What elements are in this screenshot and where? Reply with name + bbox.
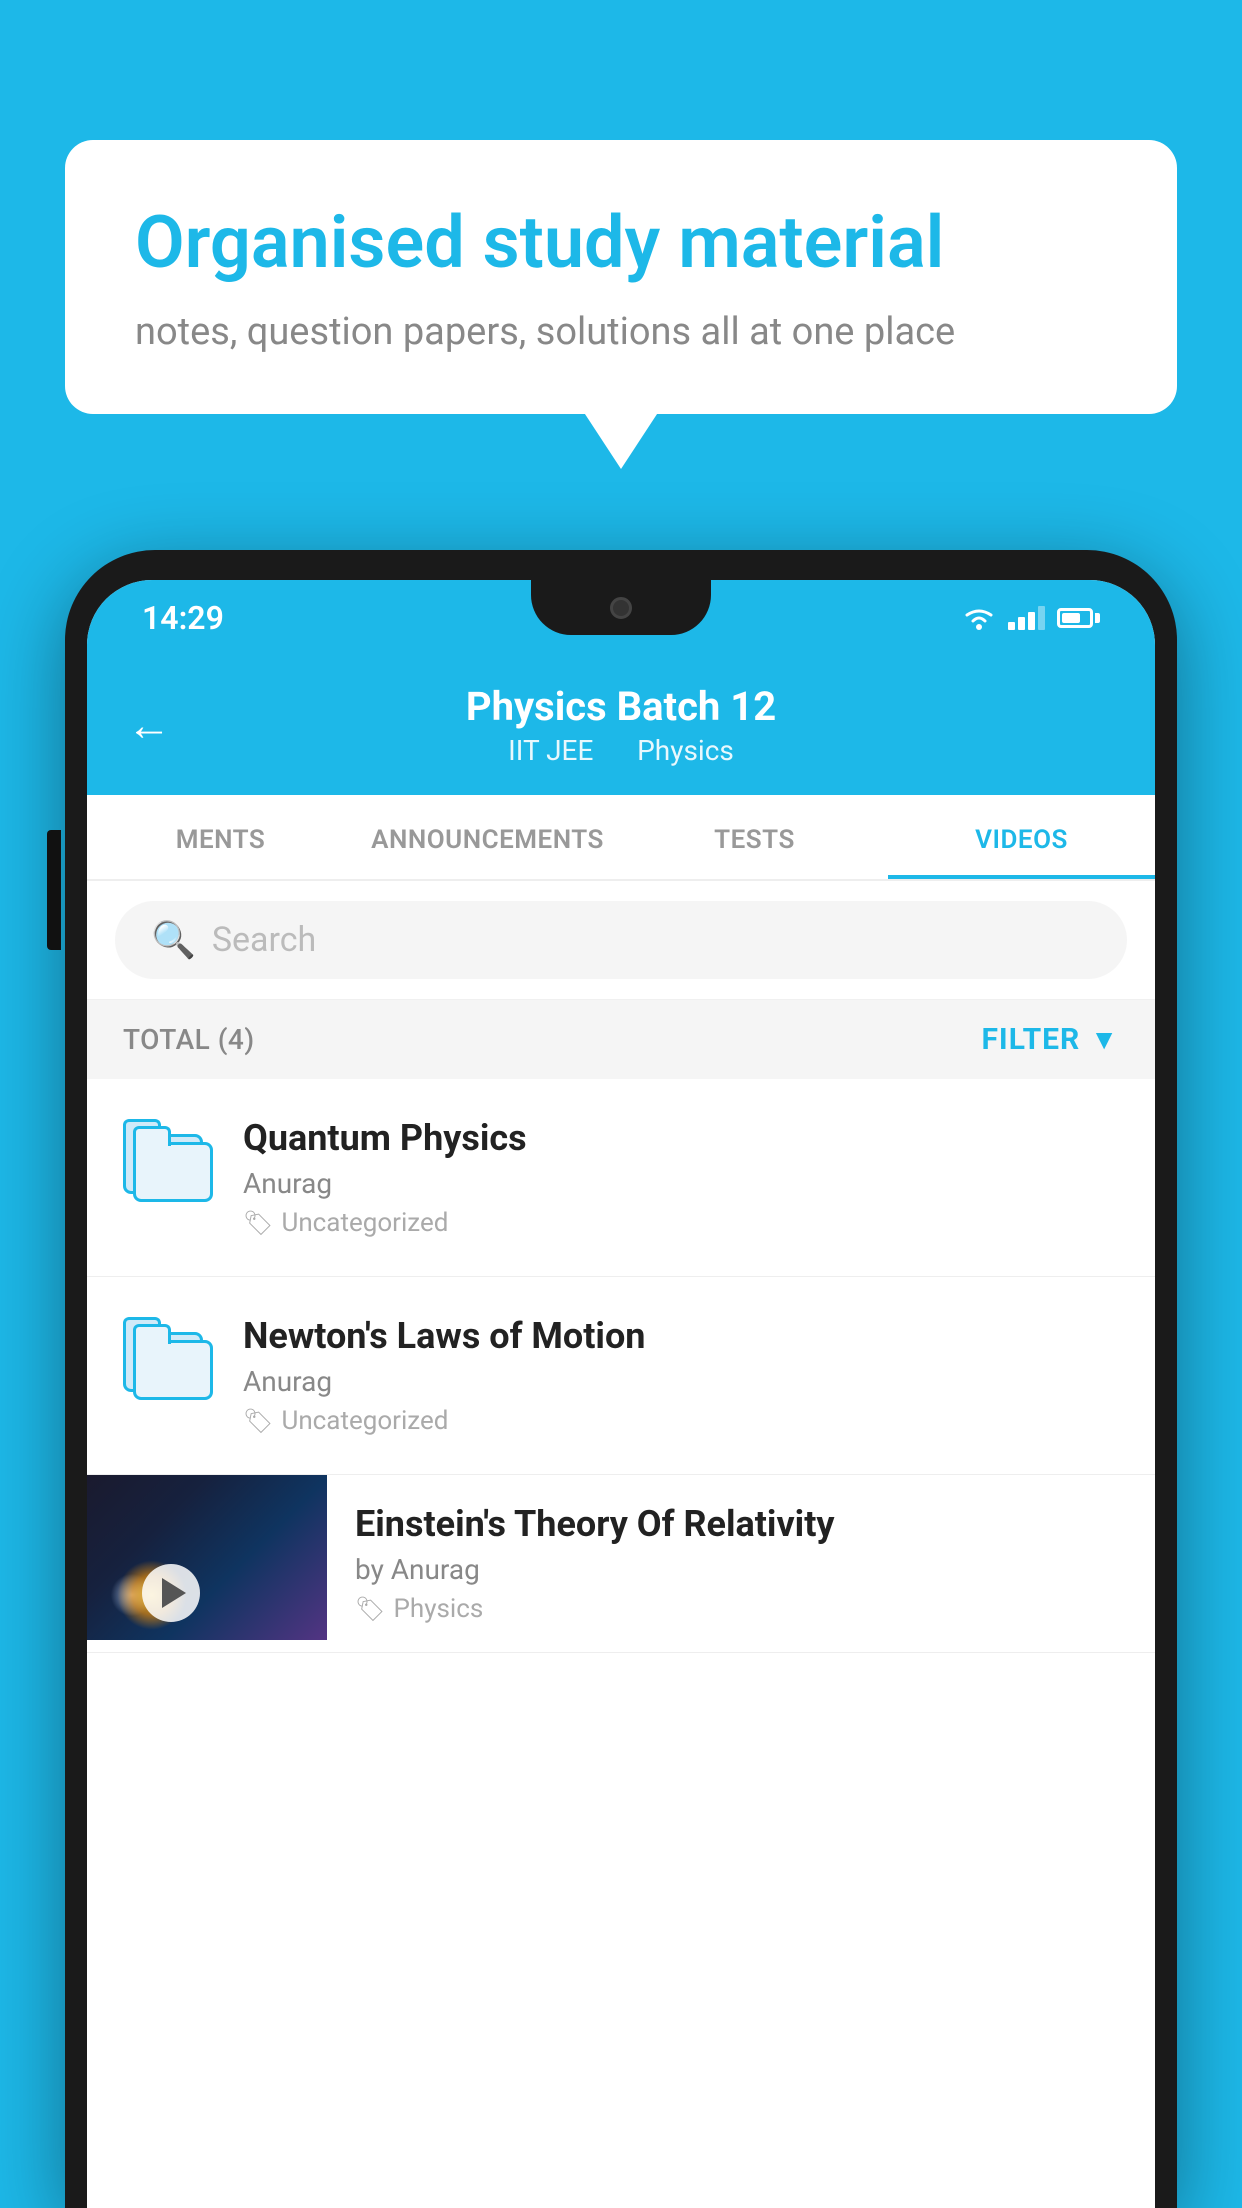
tab-videos[interactable]: VIDEOS [888,795,1155,879]
battery-icon [1057,608,1100,628]
video-thumbnail-3 [87,1475,327,1640]
phone-screen: 14:29 [87,580,1155,2208]
video-author-3: by Anurag [355,1553,1127,1586]
total-count: TOTAL (4) [123,1023,255,1056]
tab-tests[interactable]: TESTS [621,795,888,879]
phone-frame: 14:29 [65,550,1177,2208]
video-title-2: Newton's Laws of Motion [243,1315,1119,1357]
search-bar[interactable]: 🔍 Search [115,901,1127,979]
video-tag-2: 🏷 Uncategorized [243,1406,1119,1436]
video-info-1: Quantum Physics Anurag 🏷 Uncategorized [243,1117,1119,1238]
video-list: Quantum Physics Anurag 🏷 Uncategorized [87,1079,1155,1653]
tab-announcements[interactable]: ANNOUNCEMENTS [354,795,621,879]
folder-thumb-1 [123,1117,213,1207]
search-icon: 🔍 [151,919,196,961]
notch [531,580,711,635]
search-container: 🔍 Search [87,881,1155,1000]
video-tag-1: 🏷 Uncategorized [243,1208,1119,1238]
filter-row: TOTAL (4) FILTER ▼ [87,1000,1155,1079]
header-subtitle-part2: Physics [637,734,734,767]
tag-text-2: Uncategorized [281,1406,448,1436]
video-title-3: Einstein's Theory Of Relativity [355,1503,1127,1545]
speech-bubble-container: Organised study material notes, question… [65,140,1177,414]
tag-icon: 🏷 [243,1209,273,1237]
filter-icon: ▼ [1090,1023,1119,1056]
header-subtitle-part1: IIT JEE [508,734,593,767]
list-item[interactable]: Einstein's Theory Of Relativity by Anura… [87,1475,1155,1653]
video-tag-3: 🏷 Physics [355,1594,1127,1624]
status-time: 14:29 [142,599,224,637]
tab-ments[interactable]: MENTS [87,795,354,879]
video-author-1: Anurag [243,1167,1119,1200]
notch-camera [610,597,632,619]
tabs-bar: MENTS ANNOUNCEMENTS TESTS VIDEOS [87,795,1155,881]
search-placeholder: Search [212,920,316,960]
header-subtitle: IIT JEE Physics [466,734,776,767]
tag-text-3: Physics [393,1594,483,1624]
speech-bubble: Organised study material notes, question… [65,140,1177,414]
app-header: ← Physics Batch 12 IIT JEE Physics [87,655,1155,795]
folder-thumb-2 [123,1315,213,1405]
filter-label: FILTER [981,1022,1080,1057]
list-item[interactable]: Quantum Physics Anurag 🏷 Uncategorized [87,1079,1155,1277]
status-bar: 14:29 [87,580,1155,655]
speech-bubble-subtext: notes, question papers, solutions all at… [135,310,1107,354]
video-info-3: Einstein's Theory Of Relativity by Anura… [327,1475,1155,1652]
back-button[interactable]: ← [127,699,171,751]
header-title-group: Physics Batch 12 IIT JEE Physics [466,683,776,767]
tag-text-1: Uncategorized [281,1208,448,1238]
play-triangle-icon [162,1578,186,1608]
header-title: Physics Batch 12 [466,683,776,730]
wifi-icon [962,605,996,631]
list-item[interactable]: Newton's Laws of Motion Anurag 🏷 Uncateg… [87,1277,1155,1475]
video-title-1: Quantum Physics [243,1117,1119,1159]
tag-icon: 🏷 [355,1595,385,1623]
video-info-2: Newton's Laws of Motion Anurag 🏷 Uncateg… [243,1315,1119,1436]
signal-icon [1008,606,1045,630]
speech-bubble-heading: Organised study material [135,200,1107,286]
play-button[interactable] [142,1564,200,1622]
video-author-2: Anurag [243,1365,1119,1398]
tag-icon: 🏷 [243,1407,273,1435]
status-icons [962,605,1100,631]
filter-button[interactable]: FILTER ▼ [981,1022,1119,1057]
